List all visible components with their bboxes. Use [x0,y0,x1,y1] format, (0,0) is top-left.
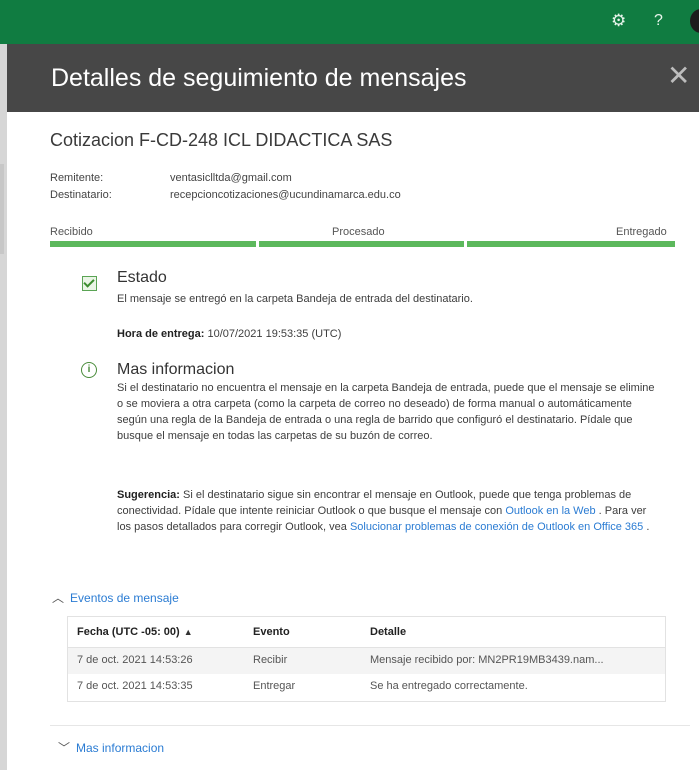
column-header-date-label: Fecha (UTC -05: 00) [77,626,180,638]
suggestion-label: Sugerencia: [117,489,180,501]
panel-header: Detalles de seguimiento de mensajes ✕ [7,44,699,112]
status-text: El mensaje se entregó en la carpeta Band… [117,293,473,305]
delivery-time-label: Hora de entrega: [117,328,205,340]
recipient-value: recepcioncotizaciones@ucundinamarca.edu.… [170,189,401,201]
sort-ascending-icon: ▲ [183,627,193,637]
column-header-event[interactable]: Evento [253,626,290,638]
more-info-toggle-label: Mas informacion [76,741,165,755]
delivery-time-value: 10/07/2021 19:53:35 (UTC) [204,328,342,340]
background-pane [0,44,7,770]
sender-value: ventasiclltda@gmail.com [170,172,292,184]
table-row[interactable]: 7 de oct. 2021 14:53:26 Recibir Mensaje … [68,648,665,674]
section-divider [50,725,690,726]
recipient-row: Destinatario: recepcioncotizaciones@ucun… [50,189,401,201]
suggestion-paragraph: Sugerencia: Si el destinatario sigue sin… [117,487,662,535]
sender-row: Remitente: ventasiclltda@gmail.com [50,172,292,184]
progress-bar-processed [259,241,464,247]
events-table-header: Fecha (UTC -05: 00) ▲ Evento Detalle [68,617,665,648]
event-date: 7 de oct. 2021 14:53:26 [77,654,193,666]
chevron-up-icon: ︿ [52,591,65,605]
status-check-icon [82,276,97,291]
event-detail: Mensaje recibido por: MN2PR19MB3439.nam.… [370,654,604,666]
close-icon[interactable]: ✕ [667,61,690,91]
info-icon: i [81,362,97,378]
more-info-paragraph: Si el destinatario no encuentra el mensa… [117,382,655,442]
status-heading: Estado [117,269,167,286]
panel-title: Detalles de seguimiento de mensajes [51,64,467,92]
column-header-detail[interactable]: Detalle [370,626,406,638]
progress-bar-delivered [467,241,675,247]
stage-processed-label: Procesado [332,226,385,238]
top-bar: ⚙ ? [0,0,699,44]
avatar[interactable] [690,9,699,33]
event-detail: Se ha entregado correctamente. [370,680,528,692]
troubleshoot-link[interactable]: Solucionar problemas de conexión de Outl… [350,521,643,533]
stage-received-label: Recibido [50,226,93,238]
message-events-toggle[interactable]: ︿ Eventos de mensaje [52,589,179,606]
outlook-web-link[interactable]: Outlook en la Web [505,505,595,517]
event-type: Entregar [253,680,296,692]
stage-delivered-label: Entregado [616,226,667,238]
more-info-heading: Mas informacion [117,361,235,378]
help-icon[interactable]: ? [654,10,663,32]
recipient-label: Destinatario: [50,189,112,201]
gear-icon[interactable]: ⚙ [611,10,626,32]
delivery-time: Hora de entrega: 10/07/2021 19:53:35 (UT… [117,326,662,342]
message-events-label: Eventos de mensaje [70,591,179,605]
table-row[interactable]: 7 de oct. 2021 14:53:35 Entregar Se ha e… [68,674,665,700]
message-subject: Cotizacion F-CD-248 ICL DIDACTICA SAS [50,130,393,150]
events-table: Fecha (UTC -05: 00) ▲ Evento Detalle 7 de… [67,616,666,702]
sender-label: Remitente: [50,172,104,184]
event-date: 7 de oct. 2021 14:53:35 [77,680,193,692]
suggestion-end: . [643,521,650,533]
column-header-date[interactable]: Fecha (UTC -05: 00) ▲ [77,626,193,638]
progress-bar-received [50,241,256,247]
event-type: Recibir [253,654,288,666]
background-pane-block [0,164,4,254]
chevron-down-icon: ﹀ [58,741,71,755]
more-info-toggle[interactable]: ﹀ Mas informacion [58,739,164,756]
